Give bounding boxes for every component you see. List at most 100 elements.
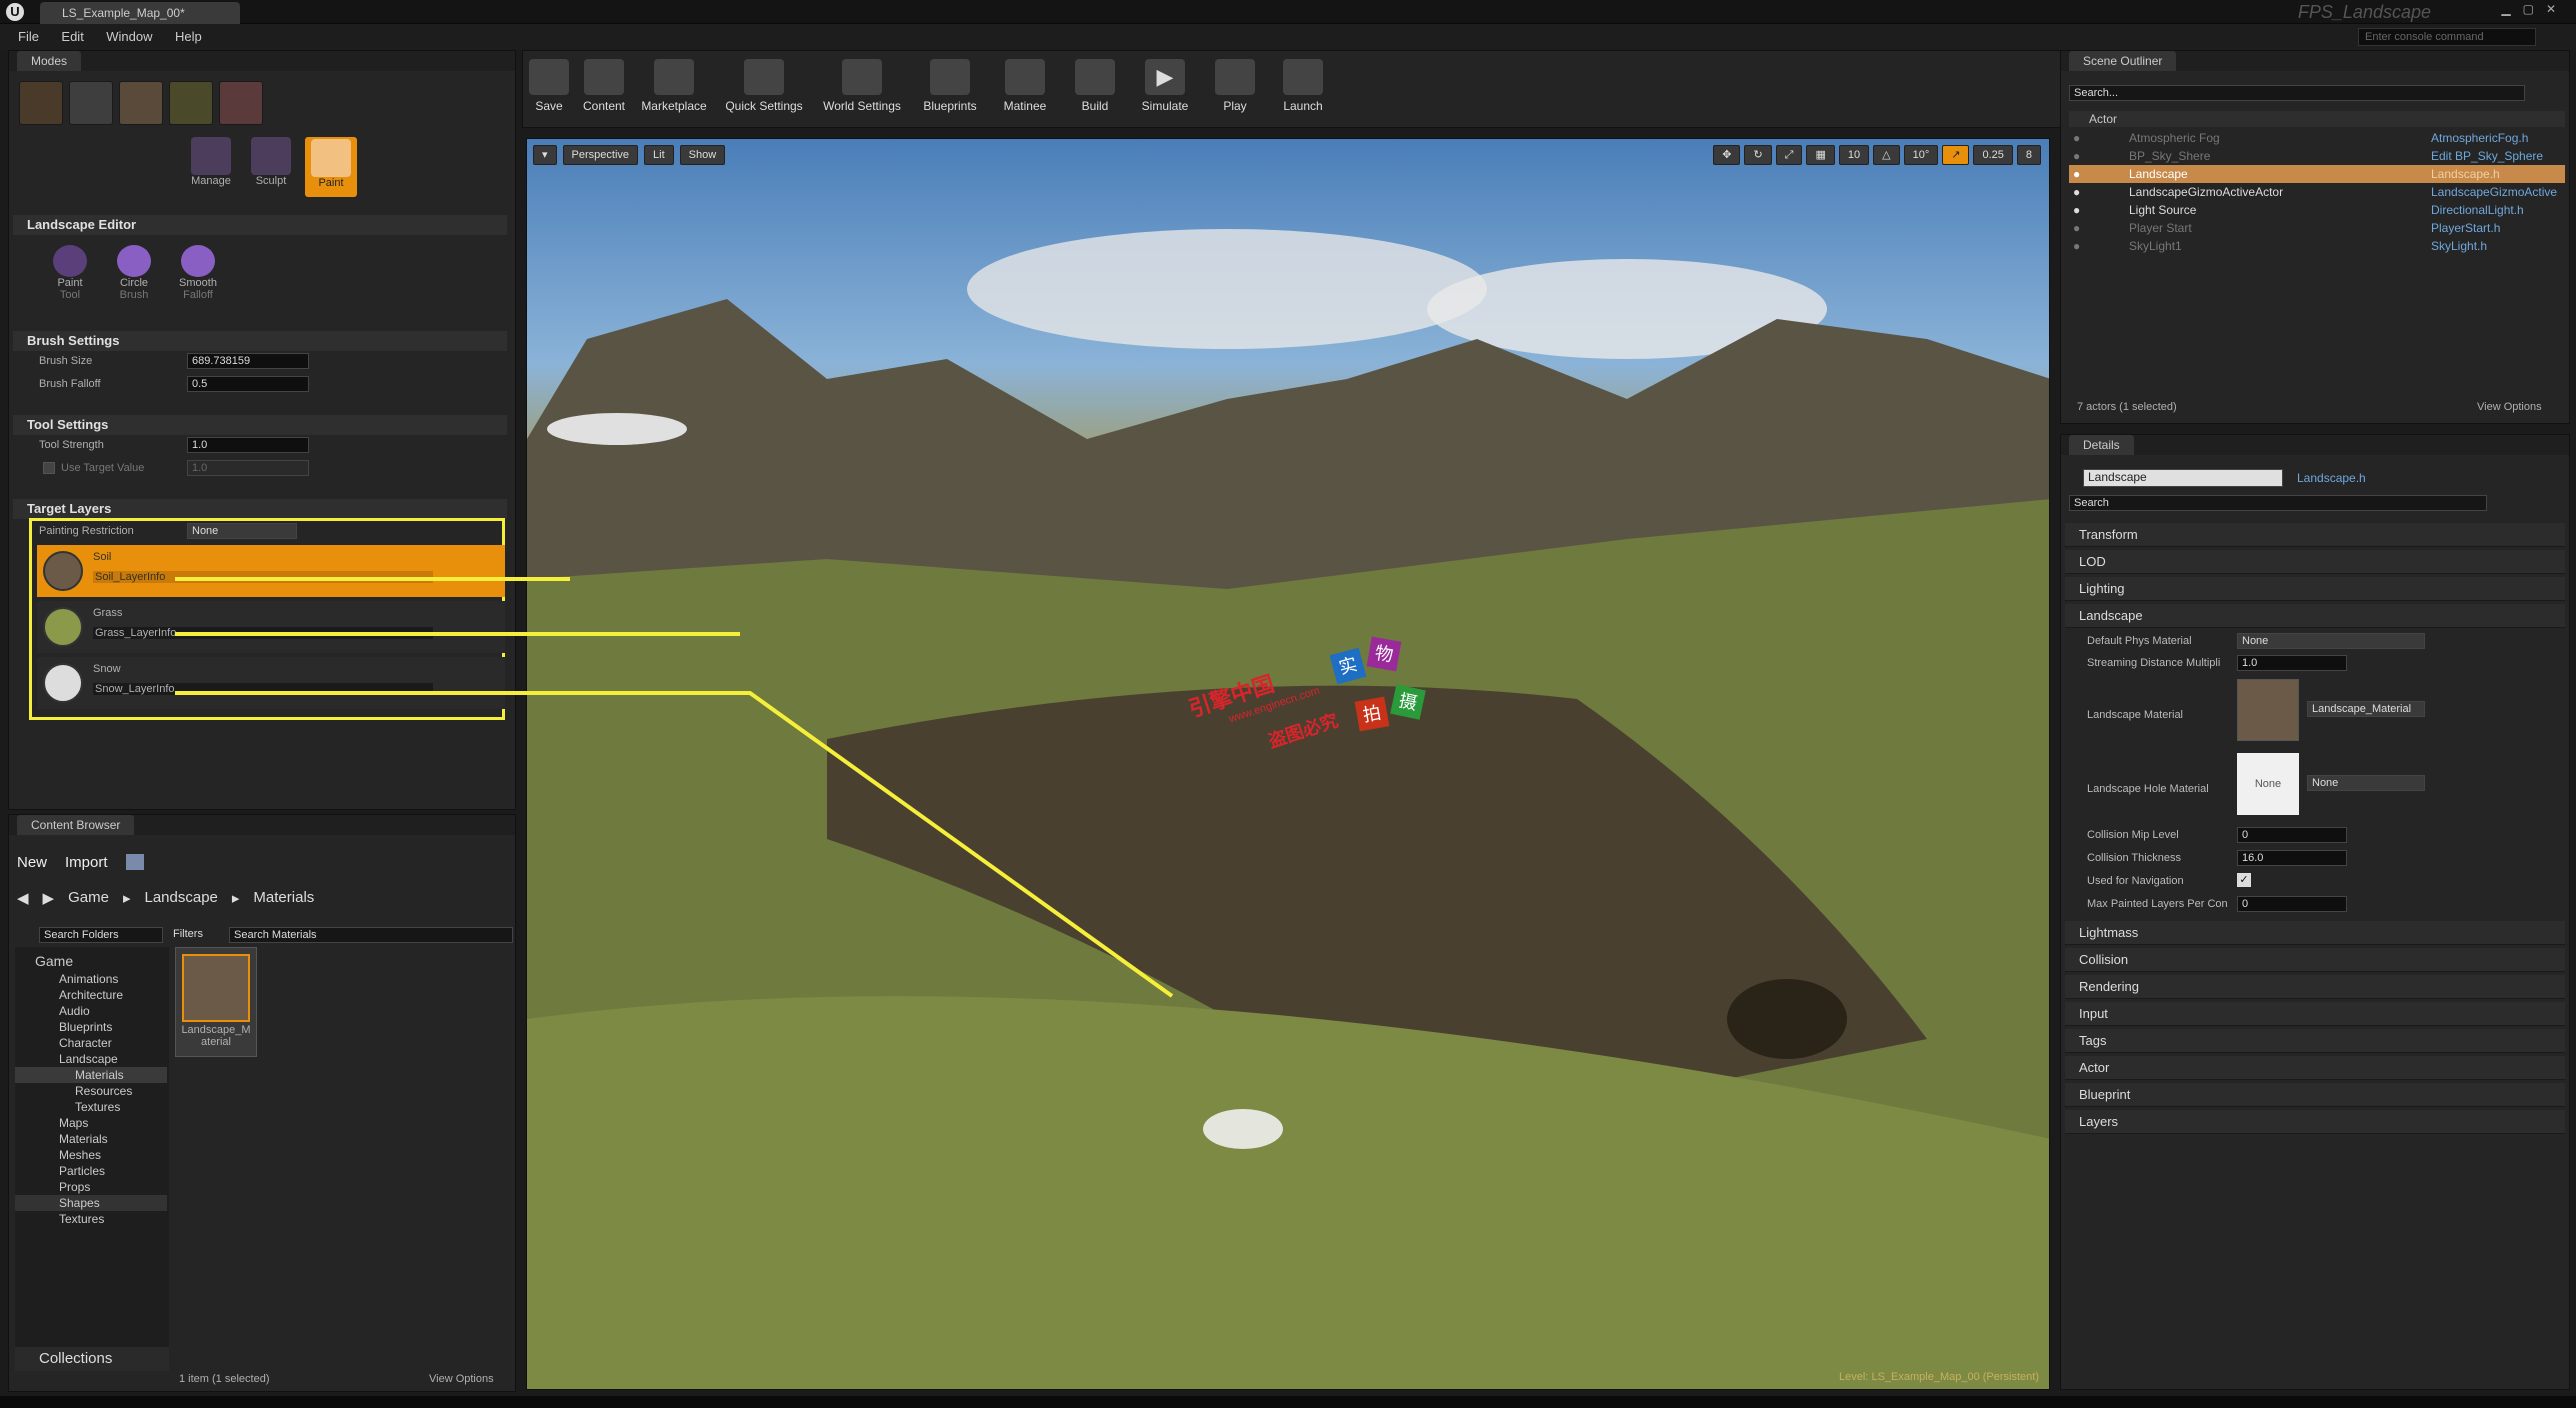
layer-snow[interactable]: Snow Snow_LayerInfo [37,657,505,709]
marketplace-button[interactable]: Marketplace [639,59,709,113]
menu-edit[interactable]: Edit [61,24,83,50]
hole-material-thumbnail[interactable]: None [2237,753,2299,815]
sculpt-button[interactable]: Sculpt [245,137,297,197]
used-for-navigation-checkbox[interactable]: ✓ [2237,873,2251,887]
landscape-material-thumbnail[interactable] [2237,679,2299,741]
details-search-input[interactable]: Search [2069,495,2487,511]
manage-button[interactable]: Manage [185,137,237,197]
use-target-value-checkbox[interactable] [43,462,55,474]
folder-textures-root[interactable]: Textures [59,1211,104,1227]
section-input[interactable]: Input [2065,1002,2565,1026]
viewport[interactable]: ▾ Perspective Lit Show ✥ ↻ ⤢ ▦ 10 △ 10° … [526,138,2050,1390]
modes-tab[interactable]: Modes [17,51,82,71]
foliage-mode-icon[interactable] [169,81,213,125]
folder-character[interactable]: Character [59,1035,112,1051]
save-all-icon[interactable] [125,854,144,870]
play-button[interactable]: Play [1207,59,1263,113]
paint-tool-button[interactable]: Paint Tool [45,245,95,301]
outliner-row[interactable]: ● Light Source DirectionalLight.h [2069,201,2565,219]
painting-restriction-dropdown[interactable]: None [187,523,297,539]
filters-button[interactable]: Filters [173,928,203,940]
details-tab[interactable]: Details [2069,435,2134,455]
folder-props[interactable]: Props [59,1179,90,1195]
hole-material-dropdown[interactable]: None [2307,775,2425,791]
breadcrumb-materials[interactable]: Materials [253,889,314,907]
folder-maps[interactable]: Maps [59,1115,88,1131]
quick-settings-button[interactable]: Quick Settings [721,59,807,113]
build-button[interactable]: Build [1067,59,1123,113]
target-value-field[interactable]: 1.0 [187,460,309,476]
folder-resources[interactable]: Resources [75,1083,132,1099]
cb-view-options[interactable]: View Options [429,1373,494,1385]
outliner-row[interactable]: ● Atmospheric Fog AtmosphericFog.h [2069,129,2565,147]
landscape-material-dropdown[interactable]: Landscape_Material [2307,701,2425,717]
show-button[interactable]: Show [679,145,726,165]
import-button[interactable]: Import [65,854,108,871]
asset-landscape-material[interactable]: Landscape_M aterial [175,947,257,1057]
section-tags[interactable]: Tags [2065,1029,2565,1053]
simulate-button[interactable]: ▶ Simulate [1135,59,1195,113]
brush-falloff-field[interactable]: 0.5 [187,376,309,392]
streaming-distance-field[interactable]: 1.0 [2237,655,2347,671]
menu-help[interactable]: Help [175,24,202,50]
snow-layer-info[interactable]: Snow_LayerInfo [93,683,433,695]
outliner-row[interactable]: ● Player Start PlayerStart.h [2069,219,2565,237]
section-lod[interactable]: LOD [2065,550,2565,574]
brush-settings-header[interactable]: Brush Settings [13,331,507,351]
outliner-tab[interactable]: Scene Outliner [2069,51,2177,71]
paint-mode-icon[interactable] [69,81,113,125]
section-lightmass[interactable]: Lightmass [2065,921,2565,945]
landscape-editor-header[interactable]: Landscape Editor [13,215,507,235]
target-layers-header[interactable]: Target Layers [13,499,507,519]
max-painted-layers-field[interactable]: 0 [2237,896,2347,912]
outliner-row[interactable]: ● BP_Sky_Shere Edit BP_Sky_Sphere [2069,147,2565,165]
outliner-row-selected[interactable]: ● Landscape Landscape.h [2069,165,2565,183]
collision-mip-field[interactable]: 0 [2237,827,2347,843]
collections-header[interactable]: Collections [15,1347,169,1371]
scale-snap-icon[interactable]: ↗ [1942,145,1970,165]
translate-icon[interactable]: ✥ [1713,145,1741,165]
search-materials-input[interactable]: Search Materials [229,927,513,943]
collision-thickness-field[interactable]: 16.0 [2237,850,2347,866]
breadcrumb-game[interactable]: Game [68,889,109,907]
section-lighting[interactable]: Lighting [2065,577,2565,601]
outliner-row[interactable]: ● SkyLight1 SkyLight.h [2069,237,2565,255]
content-browser-tab[interactable]: Content Browser [17,815,135,835]
folder-meshes[interactable]: Meshes [59,1147,101,1163]
folder-shapes[interactable]: Shapes [15,1195,167,1211]
folder-blueprints[interactable]: Blueprints [59,1019,112,1035]
folder-landscape[interactable]: Landscape [59,1051,118,1067]
save-button[interactable]: Save [529,59,569,113]
landscape-mode-icon[interactable] [119,81,163,125]
folder-materials-selected[interactable]: Materials [15,1067,167,1083]
grass-layer-info[interactable]: Grass_LayerInfo [93,627,433,639]
map-tab[interactable]: LS_Example_Map_00* [40,2,240,24]
outliner-view-options[interactable]: View Options [2477,401,2542,413]
section-rendering[interactable]: Rendering [2065,975,2565,999]
folder-animations[interactable]: Animations [59,971,118,987]
outliner-column-actor[interactable]: Actor [2069,111,2565,127]
angle-snap-icon[interactable]: △ [1873,145,1900,165]
menu-file[interactable]: File [18,24,39,50]
tool-strength-field[interactable]: 1.0 [187,437,309,453]
back-icon[interactable]: ◀ [17,889,29,907]
section-collision[interactable]: Collision [2065,948,2565,972]
tool-settings-header[interactable]: Tool Settings [13,415,507,435]
outliner-search-input[interactable]: Search... [2069,85,2525,101]
forward-icon[interactable]: ▶ [43,889,55,907]
grid-snap-icon[interactable]: ▦ [1806,145,1835,165]
layer-grass[interactable]: Grass Grass_LayerInfo [37,601,505,653]
layer-soil[interactable]: Soil Soil_LayerInfo [37,545,505,597]
search-folders-input[interactable]: Search Folders [39,927,163,943]
folder-game[interactable]: Game [35,953,73,969]
lit-button[interactable]: Lit [644,145,674,165]
folder-textures[interactable]: Textures [75,1099,120,1115]
section-landscape[interactable]: Landscape [2065,604,2565,628]
place-mode-icon[interactable] [19,81,63,125]
matinee-button[interactable]: Matinee [995,59,1055,113]
phys-material-dropdown[interactable]: None [2237,633,2425,649]
brush-size-field[interactable]: 689.738159 [187,353,309,369]
scale-snap-value[interactable]: 0.25 [1973,145,2013,165]
rotate-icon[interactable]: ↻ [1744,145,1772,165]
menu-window[interactable]: Window [106,24,152,50]
